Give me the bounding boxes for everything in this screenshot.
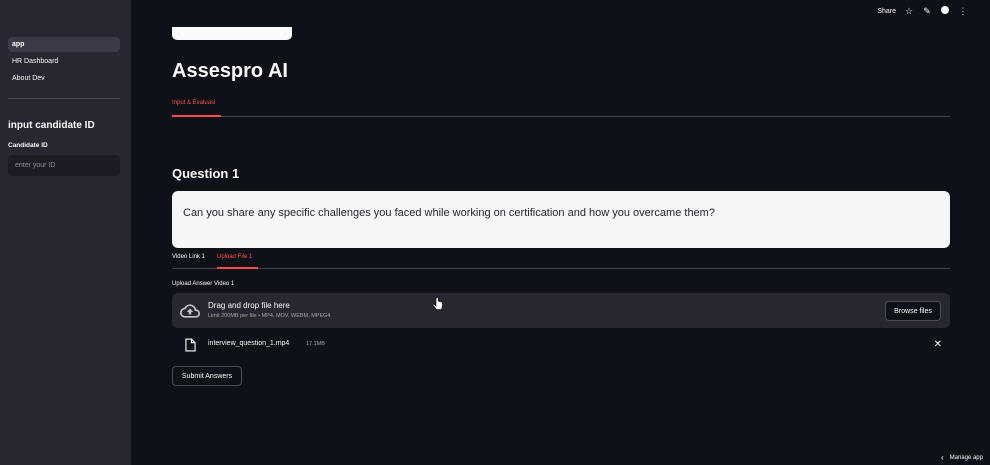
chevron-left-icon: ‹ [940, 453, 944, 462]
nav-item-app[interactable]: app [8, 37, 120, 52]
nav-item-about-dev[interactable]: About Dev [8, 71, 120, 86]
file-name: interview_question_1.mp4 [208, 340, 290, 347]
question-text: Can you share any specific challenges yo… [183, 207, 715, 219]
subtabs-divider [172, 268, 950, 269]
upload-label: Upload Answer Video 1 [172, 281, 235, 287]
dropzone-title: Drag and drop file here [208, 301, 290, 310]
dropzone-limit: Limit 200MB per file • MP4, MOV, WEBM, M… [208, 313, 331, 319]
manage-app-label: Manage app [949, 454, 983, 461]
candidate-id-label: Candidate ID [8, 142, 48, 149]
sidebar-divider [8, 98, 120, 99]
file-dropzone[interactable]: Drag and drop file here Limit 200MB per … [172, 293, 950, 328]
browse-files-button[interactable]: Browse files [885, 301, 941, 321]
top-toolbar: Share ☆ ✎ ⋮ [877, 5, 968, 17]
uploaded-file-row: interview_question_1.mp4 17.1MB ✕ [172, 336, 950, 354]
manage-app-button[interactable]: ‹ Manage app [941, 453, 983, 462]
file-icon [185, 338, 196, 352]
candidate-id-input[interactable] [8, 155, 120, 176]
submit-answers-button[interactable]: Submit Answers [172, 366, 242, 386]
github-icon[interactable] [940, 5, 950, 17]
more-icon[interactable]: ⋮ [958, 5, 968, 17]
edit-icon[interactable]: ✎ [922, 5, 932, 17]
tab-active-indicator [172, 115, 221, 117]
question-title: Question 1 [172, 166, 240, 181]
close-icon[interactable]: ✕ [934, 338, 942, 352]
star-icon[interactable]: ☆ [904, 5, 914, 17]
header-image-placeholder [172, 27, 292, 40]
tabs-divider [172, 116, 950, 117]
subtab-active-indicator [217, 267, 258, 269]
sidebar-section-title: input candidate ID [8, 120, 95, 131]
tab-upload-file[interactable]: Upload File 1 [217, 254, 252, 260]
nav-item-hr-dashboard[interactable]: HR Dashboard [8, 54, 120, 69]
sidebar: app HR Dashboard About Dev input candida… [0, 0, 131, 465]
page-title: Assespro AI [172, 60, 288, 82]
tab-input-evaluasi[interactable]: Input & Evaluasi [172, 100, 215, 106]
file-size: 17.1MB [306, 341, 325, 347]
tab-video-link[interactable]: Video Link 1 [172, 254, 205, 260]
share-button[interactable]: Share [877, 8, 896, 15]
mouse-cursor-icon [433, 297, 443, 310]
cloud-upload-icon [180, 304, 200, 318]
question-box: Can you share any specific challenges yo… [172, 191, 950, 248]
